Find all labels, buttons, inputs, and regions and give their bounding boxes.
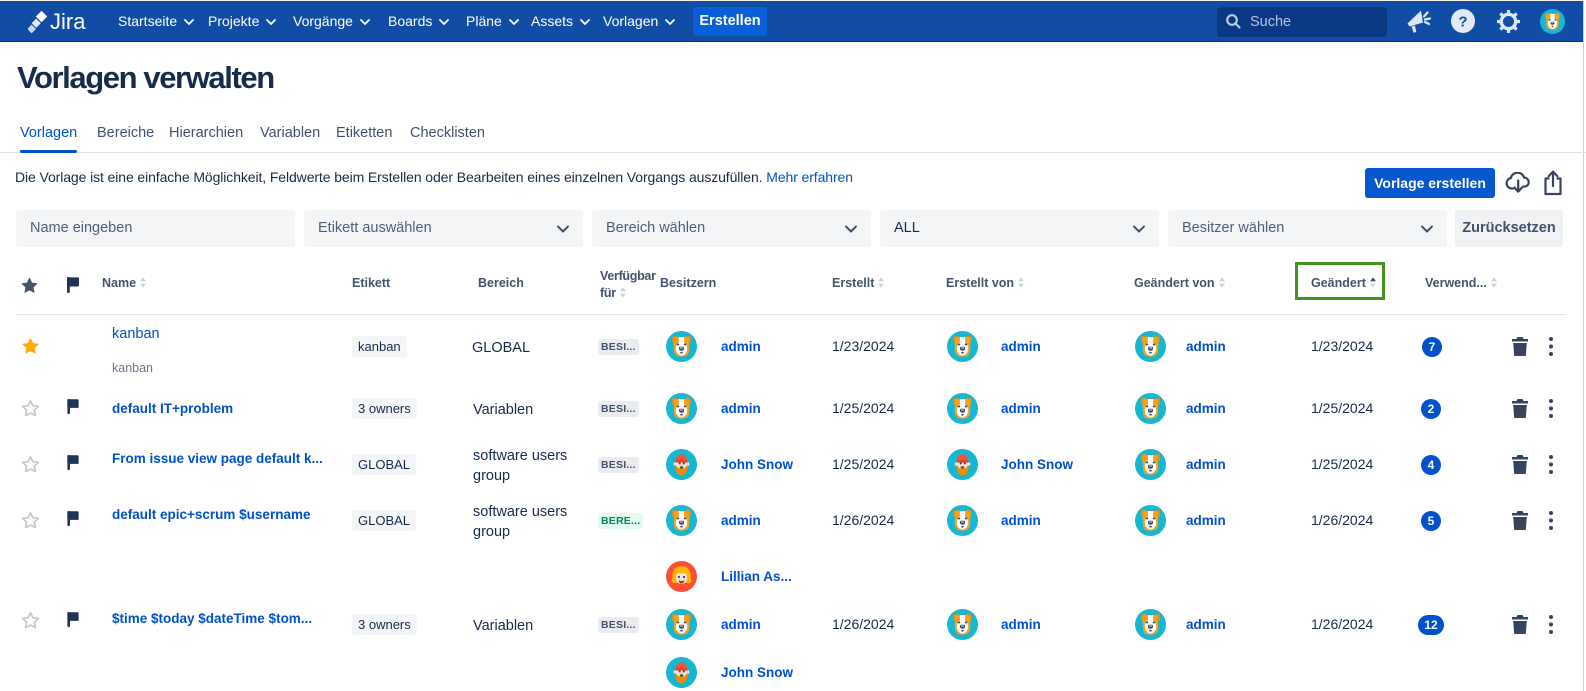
svg-text:?: ?	[1458, 14, 1467, 31]
